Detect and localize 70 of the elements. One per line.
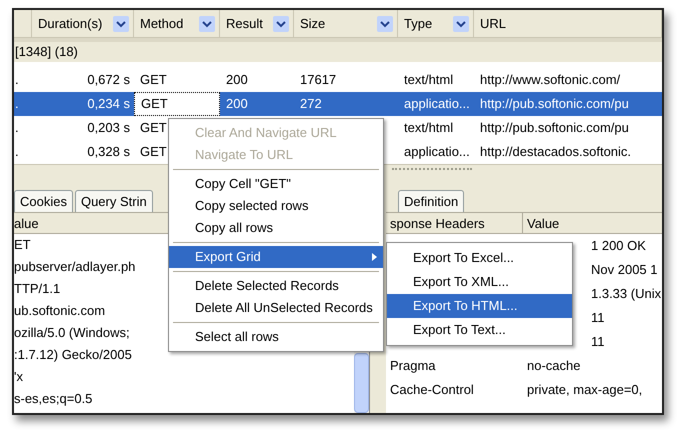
table-cell: 1.3.33 (Unix xyxy=(591,286,662,302)
tab[interactable]: Query Strin xyxy=(74,190,153,212)
table-cell-text: . xyxy=(14,95,20,114)
table-cell: private, max-age=0, xyxy=(527,382,642,398)
table-cell-text: GET xyxy=(140,119,167,138)
table-cell: Pragma xyxy=(390,358,436,374)
menu-item[interactable]: Delete All UnSelected Records xyxy=(169,297,383,319)
table-cell-text: 17617 xyxy=(300,71,336,90)
column-header[interactable]: URL xyxy=(480,14,506,34)
column-header[interactable]: sponse Headers xyxy=(390,216,485,231)
table-cell: 11 xyxy=(591,334,604,350)
table-cell-text: 200 xyxy=(226,71,248,90)
table-cell-text: http://destacados.softonic. xyxy=(480,143,632,162)
table-cell-text: . xyxy=(14,143,20,162)
value-cell: 'x xyxy=(14,369,23,384)
table-cell-text: 0,234 s xyxy=(87,95,130,114)
menu-item[interactable]: Export To Excel... xyxy=(387,246,572,270)
filter-dropdown-icon[interactable] xyxy=(199,16,215,32)
table-cell-text: applicatio... xyxy=(404,95,470,114)
table-cell-text: 0,672 s xyxy=(87,71,130,90)
value-cell: s-es,es;q=0.5 xyxy=(14,391,92,406)
menu-item[interactable]: Copy Cell "GET" xyxy=(169,173,383,195)
tab[interactable]: Cookies xyxy=(14,190,73,212)
column-header[interactable]: Value xyxy=(527,216,560,231)
value-cell: ozilla/5.0 (Windows; xyxy=(14,325,130,340)
column-header[interactable]: Result xyxy=(226,14,263,34)
table-cell-text: . xyxy=(14,119,20,138)
menu-item[interactable]: Export To Text... xyxy=(387,318,572,342)
filter-dropdown-icon[interactable] xyxy=(113,16,129,32)
filter-dropdown-icon[interactable] xyxy=(377,16,393,32)
value-cell: ET xyxy=(14,237,31,252)
scroll-thumb[interactable] xyxy=(354,353,369,413)
menu-item[interactable]: Export Grid xyxy=(169,246,383,268)
table-cell-text: 272 xyxy=(300,95,322,114)
menu-item[interactable]: Export To XML... xyxy=(387,270,572,294)
filter-dropdown-icon[interactable] xyxy=(273,16,289,32)
table-cell-text: 0,203 s xyxy=(87,119,130,138)
column-header[interactable]: Duration(s) xyxy=(38,14,102,34)
column-header[interactable]: Size xyxy=(300,14,326,34)
table-cell: no-cache xyxy=(527,358,580,374)
table-cell-text: http://www.softonic.com/ xyxy=(480,71,620,90)
table-cell: 11 xyxy=(591,310,604,326)
value-cell: pubserver/adlayer.ph xyxy=(14,259,136,274)
table-cell-text: http://pub.softonic.com/pu xyxy=(480,119,629,138)
table-row[interactable]: . 0,234 s GET 200 272 applicatio... http://pub.softonic.com/pu xyxy=(14,92,662,116)
value-cell: TTP/1.1 xyxy=(14,281,60,296)
table-cell-text: GET xyxy=(141,95,168,114)
menu-item[interactable]: Select all rows xyxy=(169,326,383,348)
table-cell: Nov 2005 1 xyxy=(591,262,658,278)
menu-item[interactable]: Delete Selected Records xyxy=(169,275,383,297)
table-cell-text: text/html xyxy=(404,119,454,138)
tab[interactable]: Definition xyxy=(398,190,464,212)
table-cell: Cache-Control xyxy=(390,382,474,398)
table-cell-text: GET xyxy=(140,143,167,162)
table-cell-text: 0,328 s xyxy=(87,143,130,162)
table-cell-text: applicatio... xyxy=(404,143,470,162)
table-cell-text: GET xyxy=(140,71,167,90)
value-cell: ub.softonic.com xyxy=(14,303,106,318)
value-cell: :1.7.12) Gecko/2005 xyxy=(14,347,132,362)
column-header[interactable]: Method xyxy=(140,14,184,34)
table-cell-text: 200 xyxy=(226,95,248,114)
table-cell: 1 200 OK xyxy=(591,238,646,254)
splitter-grip[interactable] xyxy=(392,168,472,171)
filter-dropdown-icon[interactable] xyxy=(453,16,469,32)
table-cell-text: text/html xyxy=(404,71,454,90)
table-cell-text: http://pub.softonic.com/pu xyxy=(480,95,629,114)
table-cell-text: . xyxy=(14,71,20,90)
group-row: [1348] (18) xyxy=(14,42,662,62)
menu-item[interactable]: Export To HTML... xyxy=(387,294,572,318)
column-header[interactable]: Type xyxy=(404,14,432,34)
